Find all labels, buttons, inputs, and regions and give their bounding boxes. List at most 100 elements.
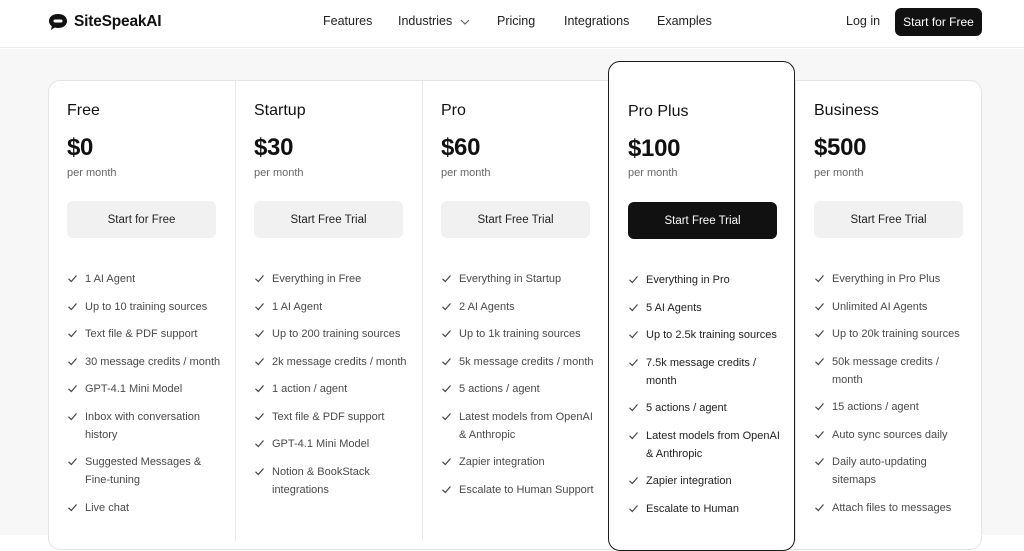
- feature-text: Up to 200 training sources: [272, 328, 401, 340]
- feature-text: 1 AI Agent: [272, 300, 323, 313]
- checkmark-icon: [68, 412, 77, 420]
- checkmark-icon: [442, 302, 451, 310]
- plan-card-free: Free $0 per month Start for Free 1 AI Ag…: [48, 80, 235, 550]
- feature-item: Latest models from OpenAI & Anthropic: [441, 408, 599, 444]
- feature-text: Escalate to Human Support: [459, 483, 594, 496]
- start-free-trial-button[interactable]: Start Free Trial: [814, 201, 963, 238]
- plan-card-pro: Pro $60 per month Start Free Trial Every…: [422, 80, 609, 550]
- checkmark-icon: [815, 430, 824, 438]
- feature-text: Attach files to messages: [832, 501, 952, 514]
- feature-item: Up to 2.5k training sources: [628, 326, 786, 344]
- feature-item: Inbox with conversation history: [67, 408, 225, 444]
- start-for-free-button[interactable]: Start for Free: [895, 8, 982, 36]
- feature-text: Text file & PDF support: [85, 328, 198, 340]
- feature-text: Inbox with conversation history: [85, 410, 200, 441]
- checkmark-icon: [68, 330, 77, 338]
- feature-text: Unlimited AI Agents: [832, 300, 928, 313]
- checkmark-icon: [629, 331, 638, 339]
- checkmark-icon: [815, 403, 824, 411]
- plan-period: per month: [254, 167, 304, 179]
- checkmark-icon: [255, 440, 264, 448]
- feature-item: Up to 10 training sources: [67, 298, 225, 316]
- checkmark-icon: [442, 485, 451, 493]
- feature-text: 7.5k message credits / month: [646, 356, 757, 387]
- nav-features-link[interactable]: Features: [323, 14, 372, 28]
- checkmark-icon: [815, 330, 824, 338]
- feature-text: 2k message credits / month: [272, 355, 407, 368]
- feature-list: Everything in Startup 2 AI Agents Up to 1k…: [441, 270, 599, 508]
- start-free-trial-button[interactable]: Start Free Trial: [254, 201, 403, 238]
- feature-item: 7.5k message credits / month: [628, 354, 786, 390]
- feature-item: Up to 200 training sources: [254, 325, 412, 343]
- feature-text: Up to 1k training sources: [459, 328, 581, 340]
- checkmark-icon: [255, 302, 264, 310]
- feature-text: Notion & BookStack integrations: [272, 465, 370, 496]
- speech-bubble-logo-icon: [49, 14, 67, 30]
- checkmark-icon: [68, 302, 77, 310]
- nav-industries-link[interactable]: Industries: [398, 14, 470, 28]
- feature-item: 15 actions / agent: [814, 398, 972, 416]
- checkmark-icon: [815, 302, 824, 310]
- nav-pricing-link[interactable]: Pricing: [497, 14, 535, 28]
- checkmark-icon: [255, 412, 264, 420]
- feature-text: Up to 2.5k training sources: [646, 329, 777, 341]
- checkmark-icon: [255, 275, 264, 283]
- plan-name: Business: [814, 102, 879, 119]
- start-free-trial-button[interactable]: Start Free Trial: [441, 201, 590, 238]
- feature-item: 5 actions / agent: [441, 380, 599, 398]
- checkmark-icon: [629, 276, 638, 284]
- checkmark-icon: [68, 458, 77, 466]
- feature-item: Escalate to Human Support: [441, 481, 599, 499]
- feature-item: Zapier integration: [628, 472, 786, 490]
- feature-text: 1 action / agent: [272, 383, 348, 395]
- login-link[interactable]: Log in: [846, 14, 880, 28]
- feature-list: Everything in Pro 5 AI Agents Up to 2.5k t…: [628, 271, 786, 527]
- plan-price: $0: [67, 134, 94, 161]
- feature-text: 2 AI Agents: [459, 300, 515, 313]
- feature-item: Escalate to Human: [628, 500, 786, 518]
- checkmark-icon: [442, 357, 451, 365]
- feature-text: Zapier integration: [459, 456, 545, 468]
- nav-examples-link[interactable]: Examples: [657, 14, 712, 28]
- feature-text: Auto sync sources daily: [832, 428, 948, 441]
- feature-item: 1 action / agent: [254, 380, 412, 398]
- plan-price: $100: [628, 135, 681, 162]
- checkmark-icon: [442, 385, 451, 393]
- feature-text: 5 actions / agent: [646, 402, 727, 414]
- feature-item: Notion & BookStack integrations: [254, 463, 412, 499]
- feature-item: Daily auto-updating sitemaps: [814, 453, 972, 489]
- chevron-down-icon: [460, 19, 470, 25]
- checkmark-icon: [442, 458, 451, 466]
- feature-text: Everything in Pro Plus: [832, 273, 941, 285]
- feature-text: 30 message credits / month: [85, 355, 221, 368]
- checkmark-icon: [815, 503, 824, 511]
- plan-card-business: Business $500 per month Start Free Trial…: [795, 80, 982, 550]
- feature-item: Text file & PDF support: [67, 325, 225, 343]
- feature-text: Suggested Messages & Fine-tuning: [85, 456, 202, 486]
- brand-name: SiteSpeakAI: [74, 13, 162, 30]
- plan-card-pro-plus: Pro Plus $100 per month Start Free Trial…: [608, 61, 795, 551]
- feature-item: 30 message credits / month: [67, 353, 225, 371]
- feature-item: 5k message credits / month: [441, 353, 599, 371]
- feature-text: Daily auto-updating sitemaps: [832, 456, 927, 486]
- feature-item: Suggested Messages & Fine-tuning: [67, 453, 225, 489]
- start-for-free-plan-button[interactable]: Start for Free: [67, 201, 216, 238]
- checkmark-icon: [68, 503, 77, 511]
- brand-logo[interactable]: SiteSpeakAI: [48, 11, 162, 33]
- feature-item: GPT-4.1 Mini Model: [67, 380, 225, 398]
- nav-integrations-link[interactable]: Integrations: [564, 14, 629, 28]
- start-free-trial-button[interactable]: Start Free Trial: [628, 202, 777, 239]
- feature-item: Everything in Free: [254, 270, 412, 288]
- checkmark-icon: [255, 385, 264, 393]
- feature-text: Everything in Free: [272, 273, 362, 285]
- plan-name: Free: [67, 102, 100, 119]
- plan-price: $30: [254, 134, 294, 161]
- checkmark-icon: [629, 303, 638, 311]
- feature-item: Auto sync sources daily: [814, 426, 972, 444]
- feature-item: Up to 20k training sources: [814, 325, 972, 343]
- checkmark-icon: [442, 412, 451, 420]
- plan-period: per month: [67, 167, 117, 179]
- feature-text: 5k message credits / month: [459, 355, 594, 368]
- plan-card-startup: Startup $30 per month Start Free Trial E…: [235, 80, 422, 550]
- feature-text: 5 AI Agents: [646, 301, 702, 314]
